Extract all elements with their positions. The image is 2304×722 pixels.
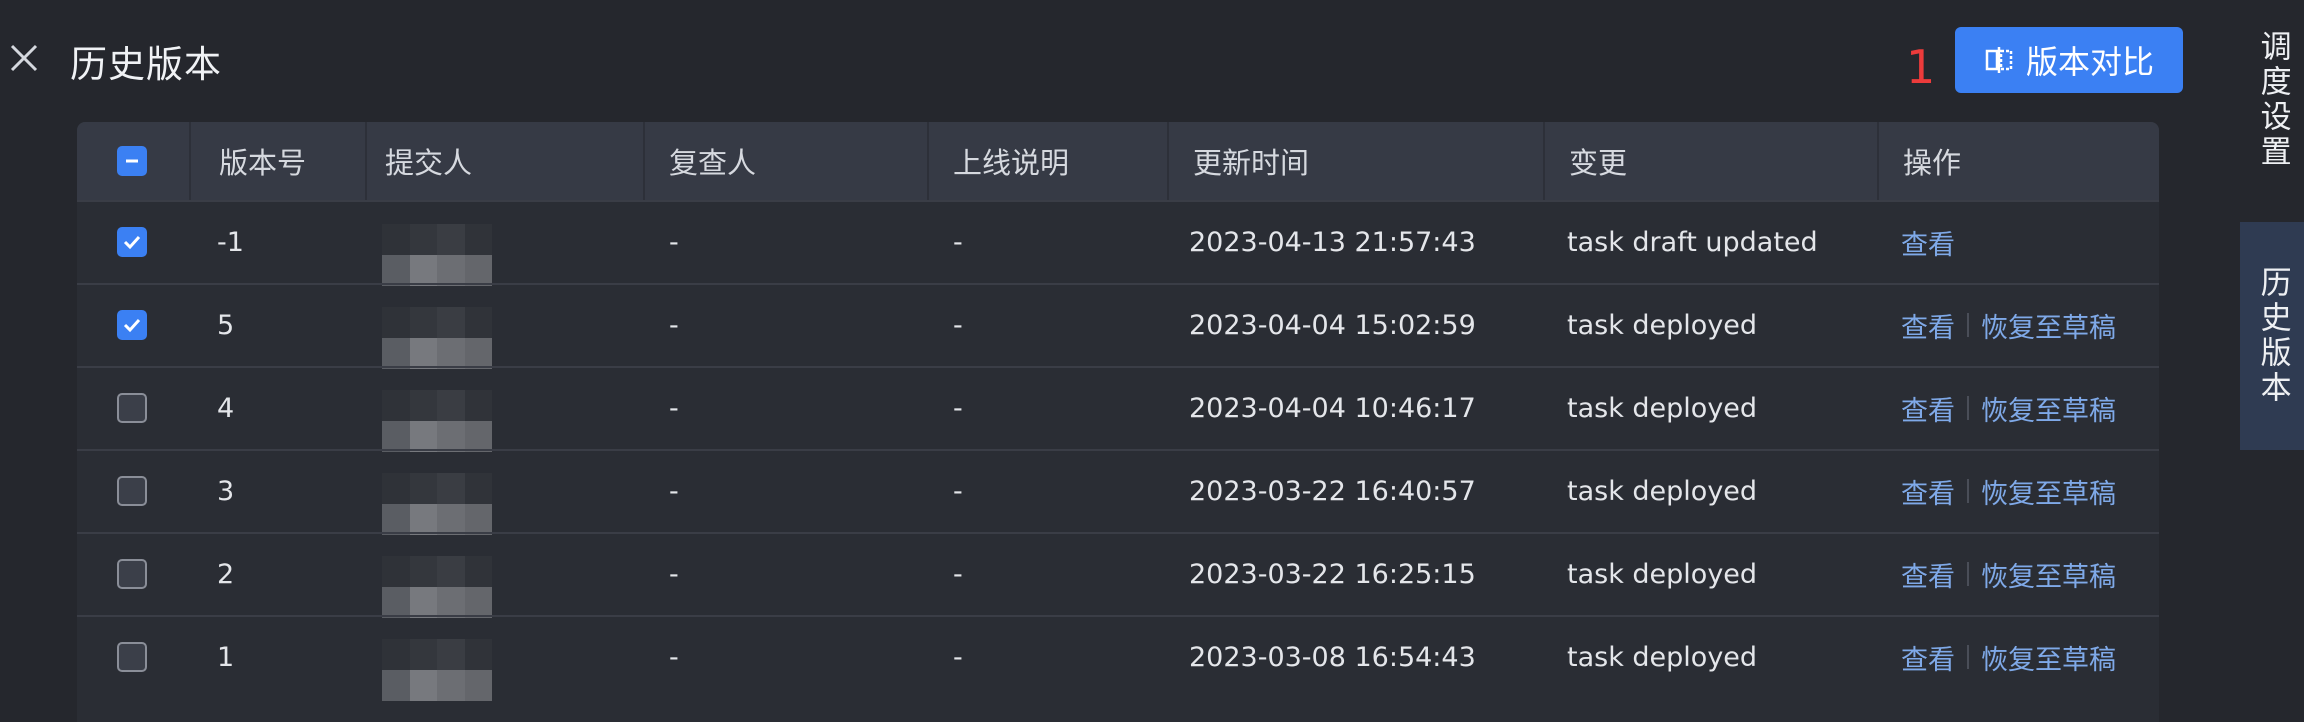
reviewer-cell: - (669, 392, 679, 424)
col-reviewer: 复查人 (643, 122, 756, 200)
compare-icon (1985, 47, 2013, 73)
row-checkbox[interactable] (117, 227, 147, 257)
col-change: 变更 (1543, 122, 1627, 200)
view-link[interactable]: 查看 (1901, 389, 1955, 428)
version-compare-label: 版本对比 (2025, 43, 2154, 81)
actions-cell: 查看 (1901, 202, 1955, 282)
change-cell: task deployed (1567, 558, 1758, 590)
history-table: 版本号 提交人 复查人 上线说明 更新时间 变更 操作 -1- -2023-04-… (77, 122, 2159, 722)
reviewer-cell: - (669, 641, 679, 673)
row-checkbox[interactable] (117, 310, 147, 340)
change-cell: task deployed (1567, 392, 1758, 424)
version-cell: 2 (217, 558, 235, 590)
updated-time-cell: 2023-03-08 16:54:43 (1189, 641, 1476, 673)
table-row: 2 - - 2023-03-22 16:25:15 task deployed 查看 恢复至… (77, 532, 2159, 618)
updated-time-cell: 2023-03-22 16:25:15 (1189, 558, 1476, 590)
actions-cell: 查看 恢复至草稿 (1901, 617, 2116, 697)
action-divider (1967, 645, 1969, 669)
side-tab-history[interactable]: 历史版本 (2240, 222, 2304, 450)
side-tab-label: 调度设置 (2254, 30, 2291, 170)
col-actions: 操作 (1877, 122, 1961, 200)
release-note-cell: - (953, 558, 963, 590)
side-tab-label: 历史版本 (2254, 266, 2291, 406)
updated-time-cell: 2023-04-04 10:46:17 (1189, 392, 1476, 424)
table-row: 4 - - 2023-04-04 10:46:17 task deployed 查看 恢复至… (77, 366, 2159, 452)
version-cell: -1 (217, 226, 244, 258)
side-tabs: 调度设置 历史版本 (2240, 0, 2304, 698)
restore-to-draft-link[interactable]: 恢复至草稿 (1981, 472, 2116, 511)
reviewer-cell: - (669, 558, 679, 590)
submitter-redacted (382, 556, 492, 618)
actions-cell: 查看 恢复至草稿 (1901, 285, 2116, 365)
updated-time-cell: 2023-03-22 16:40:57 (1189, 475, 1476, 507)
row-checkbox[interactable] (117, 559, 147, 589)
reviewer-cell: - (669, 226, 679, 258)
table-header: 版本号 提交人 复查人 上线说明 更新时间 变更 操作 (77, 122, 2159, 200)
col-version: 版本号 (189, 122, 306, 200)
restore-to-draft-link[interactable]: 恢复至草稿 (1981, 389, 2116, 428)
change-cell: task deployed (1567, 309, 1758, 341)
version-compare-button[interactable]: 版本对比 (1955, 27, 2183, 93)
check-icon (123, 318, 141, 333)
actions-cell: 查看 恢复至草稿 (1901, 534, 2116, 614)
row-checkbox[interactable] (117, 476, 147, 506)
col-submitter: 提交人 (365, 122, 472, 200)
change-cell: task deployed (1567, 475, 1758, 507)
table-row: 5 - - 2023-04-04 15:02:59 task deployed 查看 恢复至… (77, 283, 2159, 369)
updated-time-cell: 2023-04-13 21:57:43 (1189, 226, 1476, 258)
restore-to-draft-link[interactable]: 恢复至草稿 (1981, 306, 2116, 345)
col-updated-time: 更新时间 (1167, 122, 1309, 200)
release-note-cell: - (953, 475, 963, 507)
version-cell: 5 (217, 309, 235, 341)
version-cell: 1 (217, 641, 235, 673)
reviewer-cell: - (669, 475, 679, 507)
close-icon (10, 44, 38, 72)
col-release-note: 上线说明 (927, 122, 1069, 200)
submitter-redacted (382, 639, 492, 701)
release-note-cell: - (953, 309, 963, 341)
release-note-cell: - (953, 226, 963, 258)
view-link[interactable]: 查看 (1901, 638, 1955, 677)
row-checkbox[interactable] (117, 393, 147, 423)
updated-time-cell: 2023-04-04 15:02:59 (1189, 309, 1476, 341)
table-row: 1 - - 2023-03-08 16:54:43 task deployed 查看 恢复至… (77, 615, 2159, 701)
version-cell: 4 (217, 392, 235, 424)
close-button[interactable] (4, 38, 44, 78)
table-row: -1 - - 2023-04-13 21:57:43 task draft update… (77, 200, 2159, 286)
restore-to-draft-link[interactable]: 恢复至草稿 (1981, 638, 2116, 677)
side-tab-schedule-settings[interactable]: 调度设置 (2240, 30, 2304, 190)
view-link[interactable]: 查看 (1901, 306, 1955, 345)
submitter-redacted (382, 390, 492, 452)
select-all-checkbox[interactable] (117, 146, 147, 176)
table-row: 3 - - 2023-03-22 16:40:57 task deployed 查看 恢复至… (77, 449, 2159, 535)
version-cell: 3 (217, 475, 235, 507)
reviewer-cell: - (669, 309, 679, 341)
check-icon (123, 235, 141, 250)
action-divider (1967, 562, 1969, 586)
change-cell: task draft updated (1567, 226, 1818, 258)
view-link[interactable]: 查看 (1901, 223, 1955, 262)
annotation-1: 1 (1906, 40, 1936, 94)
minus-icon (126, 159, 138, 163)
change-cell: task deployed (1567, 641, 1758, 673)
panel-title: 历史版本 (70, 43, 222, 86)
row-checkbox[interactable] (117, 642, 147, 672)
action-divider (1967, 396, 1969, 420)
submitter-redacted (382, 224, 492, 286)
release-note-cell: - (953, 641, 963, 673)
release-note-cell: - (953, 392, 963, 424)
actions-cell: 查看 恢复至草稿 (1901, 451, 2116, 531)
actions-cell: 查看 恢复至草稿 (1901, 368, 2116, 448)
action-divider (1967, 313, 1969, 337)
submitter-redacted (382, 473, 492, 535)
view-link[interactable]: 查看 (1901, 555, 1955, 594)
action-divider (1967, 479, 1969, 503)
restore-to-draft-link[interactable]: 恢复至草稿 (1981, 555, 2116, 594)
submitter-redacted (382, 307, 492, 369)
view-link[interactable]: 查看 (1901, 472, 1955, 511)
